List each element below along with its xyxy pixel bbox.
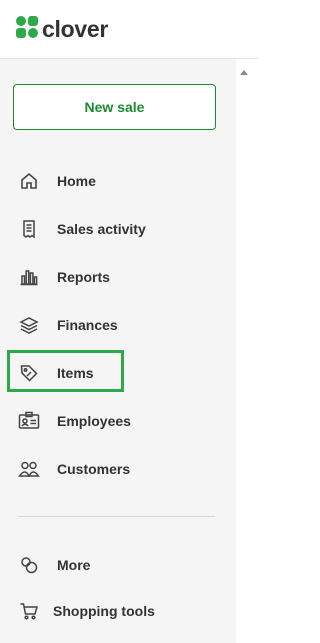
circles-icon (18, 554, 40, 576)
shopping-cart-icon (18, 600, 40, 622)
items-highlight-box (7, 350, 124, 392)
sidebar-item-employees[interactable]: Employees (18, 409, 131, 433)
bar-chart-icon (18, 266, 40, 288)
home-icon (18, 170, 40, 192)
sidebar-divider (18, 516, 215, 517)
sidebar-item-label: Finances (57, 317, 118, 333)
sidebar-item-more[interactable]: More (18, 553, 90, 577)
app-header: clover (0, 0, 258, 59)
logo-text: clover (42, 16, 108, 42)
people-icon (18, 458, 40, 480)
scroll-up-arrow-icon[interactable] (240, 64, 248, 75)
sidebar-item-label: Customers (57, 461, 131, 477)
sidebar-item-label: Employees (57, 413, 131, 429)
receipt-icon (18, 218, 40, 240)
sidebar-item-shopping-tools[interactable]: Shopping tools (18, 599, 155, 623)
sidebar-item-label: Shopping tools (53, 603, 155, 619)
sidebar-item-finances[interactable]: Finances (18, 313, 118, 337)
clover-leaf-icon (15, 15, 39, 44)
sidebar-item-customers[interactable]: Customers (18, 457, 130, 481)
sidebar-item-label: Home (57, 173, 96, 189)
new-sale-button[interactable]: New sale (13, 84, 216, 130)
scrollbar-track[interactable] (236, 59, 258, 643)
clover-logo[interactable]: clover (15, 15, 108, 43)
sidebar-item-label: Sales activity (57, 221, 146, 237)
sidebar-item-home[interactable]: Home (18, 169, 96, 193)
sidebar-item-reports[interactable]: Reports (18, 265, 110, 289)
sidebar-item-label: More (57, 557, 91, 573)
sidebar-item-sales-activity[interactable]: Sales activity (18, 217, 146, 241)
id-card-icon (18, 410, 40, 432)
stacked-layers-icon (18, 314, 40, 336)
sidebar-item-label: Reports (57, 269, 110, 285)
